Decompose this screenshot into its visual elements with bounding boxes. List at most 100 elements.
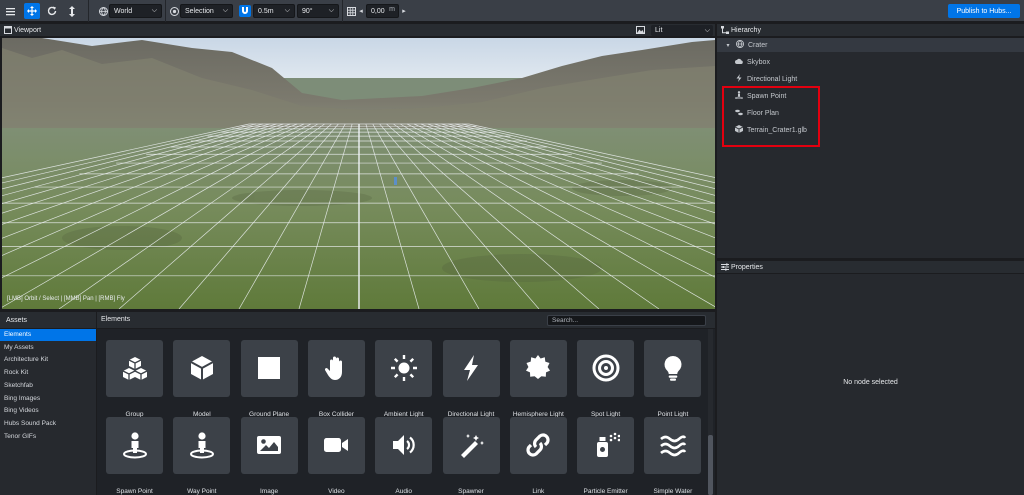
grid-unit-label: m (389, 6, 395, 13)
grid-height-value: 0,00 (371, 7, 385, 15)
hand-paper-icon (322, 354, 350, 384)
translate-tool-icon[interactable] (24, 3, 40, 19)
spawn-point-marker (394, 177, 397, 185)
sun-icon (390, 354, 418, 384)
viewport-title: Viewport (14, 27, 42, 34)
annotation-highlight-box (722, 86, 820, 147)
sliders-icon (721, 263, 729, 271)
spray-can-icon (592, 431, 620, 461)
properties-title: Properties (731, 264, 763, 271)
volume-up-icon (390, 431, 418, 461)
element-tile-box-collider[interactable] (307, 340, 365, 397)
tree-item-skybox[interactable]: Skybox (735, 55, 770, 69)
element-tile-spawn-point[interactable] (106, 417, 163, 474)
menu-icon[interactable] (2, 3, 18, 19)
element-tile-simple-water[interactable] (644, 417, 702, 474)
grid-icon[interactable] (345, 5, 357, 17)
window-icon (4, 26, 12, 34)
grid-height-input[interactable]: 0,00 m (366, 4, 399, 18)
elements-scrollbar-thumb[interactable] (708, 435, 713, 495)
element-tile-image[interactable] (240, 417, 298, 474)
caret-right-icon[interactable]: ▸ (400, 5, 408, 17)
element-tile-audio[interactable] (375, 417, 433, 474)
pivot-select[interactable]: Selection ⌵ (180, 4, 233, 18)
scale-tool-icon[interactable] (64, 3, 80, 19)
element-tile-hemisphere-light[interactable] (509, 340, 567, 397)
viewport-canvas[interactable]: [LMB] Orbit / Select | [MMB] Pan | [RMB]… (2, 38, 715, 309)
sitemap-icon (721, 26, 729, 34)
tree-item-label: Directional Light (747, 75, 798, 83)
caret-down-icon[interactable]: ▾ (725, 42, 731, 49)
street-view-icon (121, 431, 149, 461)
viewport-header: Viewport Lit ⌵ (0, 24, 715, 37)
bolt-icon (457, 354, 485, 384)
tree-root-item[interactable]: ▾ Crater (725, 38, 767, 52)
landscape-icon (636, 26, 646, 35)
toolbar: World ⌵ Selection ⌵ 0.5m ⌵ 90° ⌵ ◂ 0,00 … (0, 0, 1024, 22)
transform-space-select[interactable]: World ⌵ (109, 4, 162, 18)
viewport-controls-hint: [LMB] Orbit / Select | [MMB] Pan | [RMB]… (7, 296, 125, 302)
tree-root-label: Crater (748, 41, 768, 49)
globe-icon (736, 40, 744, 50)
elements-title: Elements (101, 316, 131, 323)
cloud-icon (735, 58, 743, 66)
chevron-down-icon: ⌵ (222, 7, 228, 14)
transform-space-value: World (114, 7, 133, 15)
element-tile-spawner[interactable] (442, 417, 500, 474)
terrain-scene (2, 38, 715, 309)
properties-panel: No node selected (717, 274, 1024, 495)
element-tile-point-light[interactable] (644, 340, 702, 397)
tree-item-directional-light[interactable]: Directional Light (735, 72, 797, 86)
element-tile-way-point[interactable] (173, 417, 231, 474)
translation-snap-select[interactable]: 0.5m ⌵ (253, 4, 295, 18)
element-tile-ambient-light[interactable] (375, 340, 433, 397)
element-tile-directional-light[interactable] (442, 340, 500, 397)
element-tile-link[interactable] (509, 417, 567, 474)
square-icon (255, 354, 283, 384)
rotate-tool-icon[interactable] (44, 3, 60, 19)
hierarchy-tree: ▾ Crater Skybox Directional Light Spawn … (717, 38, 1024, 258)
water-icon (659, 431, 687, 461)
publish-button[interactable]: Publish to Hubs... (948, 4, 1020, 18)
element-tile-group[interactable] (106, 340, 163, 397)
element-tile-model[interactable] (173, 340, 231, 397)
elements-header: Elements (97, 312, 715, 328)
hierarchy-title: Hierarchy (731, 27, 761, 34)
asset-source-item[interactable]: Tenor GIFs (0, 431, 96, 443)
asset-source-item[interactable]: Hubs Sound Pack (0, 418, 96, 430)
asset-source-item[interactable]: Elements (0, 329, 96, 341)
render-mode-value: Lit (655, 27, 663, 34)
asset-source-item[interactable]: Rock Kit (0, 367, 96, 379)
element-tile-spot-light[interactable] (577, 340, 635, 397)
assets-title: Assets (6, 317, 28, 324)
rotation-snap-value: 90° (302, 7, 313, 15)
element-tile-label: Simple Water (653, 488, 693, 495)
certificate-icon (524, 354, 552, 384)
elements-search-input[interactable] (547, 315, 706, 326)
chevron-down-icon: ⌵ (704, 27, 710, 34)
no-node-selected-text: No node selected (843, 379, 898, 386)
asset-source-item[interactable]: Bing Images (0, 393, 96, 405)
caret-left-icon[interactable]: ◂ (357, 5, 365, 17)
bullseye-icon (592, 354, 620, 384)
asset-source-item[interactable]: Sketchfab (0, 380, 96, 392)
assets-header: Assets (0, 312, 96, 328)
tree-item-label: Skybox (747, 58, 770, 66)
magic-icon (457, 431, 485, 461)
cubes-icon (121, 354, 149, 384)
element-tile-video[interactable] (307, 417, 365, 474)
render-mode-select[interactable]: Lit ⌵ (651, 25, 713, 36)
asset-source-item[interactable]: Architecture Kit (0, 354, 96, 366)
asset-source-item[interactable]: My Assets (0, 342, 96, 354)
toolbar-divider (165, 0, 166, 22)
snap-magnet-icon[interactable] (239, 5, 251, 17)
pivot-value: Selection (185, 7, 214, 15)
translation-snap-value: 0.5m (258, 7, 274, 15)
asset-source-item[interactable]: Bing Videos (0, 405, 96, 417)
element-tile-particle-emitter[interactable] (577, 417, 635, 474)
lightbulb-icon (659, 354, 687, 384)
link-icon (524, 431, 552, 461)
rotation-snap-select[interactable]: 90° ⌵ (297, 4, 339, 18)
element-tile-ground-plane[interactable] (240, 340, 298, 397)
video-icon (322, 431, 350, 461)
